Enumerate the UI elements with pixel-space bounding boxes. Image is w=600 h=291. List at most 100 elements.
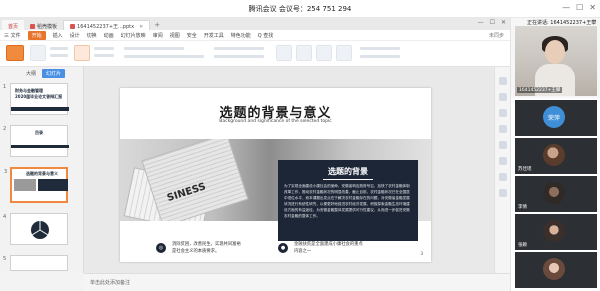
play-slideshow-icon[interactable]	[6, 45, 24, 61]
ribbon-control[interactable]	[50, 54, 68, 57]
menu-review[interactable]: 审阅	[153, 32, 163, 39]
menu-animation[interactable]: 动画	[104, 32, 114, 39]
menu-design[interactable]: 设计	[70, 32, 80, 39]
thumbnail-bar	[11, 145, 69, 148]
bulb-icon: ●	[278, 243, 288, 253]
picture-icon[interactable]	[336, 45, 352, 61]
notes-placeholder[interactable]: 单击此处添加备注	[90, 279, 130, 286]
point-left-text[interactable]: 消除贫困，改善民生，实现共同富裕是社会主义的本质要求。	[172, 241, 242, 255]
participant-tile[interactable]: 李倩	[515, 176, 597, 212]
menu-file[interactable]: 三 文件	[4, 32, 21, 39]
menu-search[interactable]: Q 查找	[258, 32, 274, 39]
slide-number: 4	[3, 214, 7, 220]
docer-icon	[30, 23, 36, 29]
sync-status[interactable]: 未同步	[489, 32, 504, 39]
thumbnail-footer-bar	[11, 107, 69, 111]
slide-thumbnail-4[interactable]: 4	[3, 213, 68, 245]
backup-icon[interactable]	[499, 157, 507, 165]
notes-bar[interactable]: 单击此处添加备注	[84, 273, 510, 291]
share-icon[interactable]	[499, 173, 507, 181]
close-icon[interactable]: ✕	[501, 19, 506, 26]
tab-pptx-document[interactable]: 1641452237+王...pptx ✕	[63, 20, 151, 30]
speaker-video	[515, 26, 597, 96]
minimize-icon[interactable]: —	[562, 3, 570, 12]
maximize-icon[interactable]: ☐	[490, 19, 495, 26]
wps-window: 首页 稻壳模板 1641452237+王...pptx ✕ + — ☐ ✕ 三 文…	[0, 18, 510, 291]
menu-slideshow[interactable]: 幻灯片放映	[121, 32, 146, 39]
meeting-title: 腾讯会议 会议号：254 751 294	[248, 4, 352, 13]
target-icon: ◎	[156, 243, 166, 253]
arrange-icon[interactable]	[316, 45, 332, 61]
slide-subtitle[interactable]: Background and significance of the selec…	[120, 119, 431, 124]
avatar	[543, 220, 565, 242]
thumbnail-pie-graphic	[31, 221, 49, 239]
avatar	[543, 182, 565, 204]
font-selector[interactable]	[124, 47, 184, 50]
thumbnail-box	[38, 179, 68, 191]
slide-thumbnail-1[interactable]: 1 财务与金融管理 2020届毕业论文答辩汇报	[3, 83, 69, 115]
speaking-label: 正在讲话: 1641452237+王攀	[527, 20, 597, 26]
slide-thumbnail-5[interactable]: 5	[3, 255, 68, 271]
menu-security[interactable]: 安全	[187, 32, 197, 39]
tab-home[interactable]: 首页	[2, 20, 25, 30]
shape-icon[interactable]	[296, 45, 312, 61]
thumbnail-title: 目录	[35, 130, 43, 135]
menu-start[interactable]: 开始	[27, 30, 46, 40]
close-tab-icon[interactable]: ✕	[139, 24, 143, 30]
app-window-controls: — ☐ ✕	[478, 19, 506, 26]
select-icon[interactable]	[499, 141, 507, 149]
current-slide[interactable]: 选题的背景与意义 Background and significance of …	[120, 88, 431, 262]
ribbon-control[interactable]	[94, 54, 114, 57]
newspaper-headline: SINESS	[165, 181, 208, 205]
participant-tile[interactable]: 张颖	[515, 214, 597, 250]
paragraph-controls[interactable]	[214, 55, 264, 58]
participant-tile[interactable]	[515, 252, 597, 288]
background-textbox[interactable]: 选题的背景 为了实现全面建设小康社会的使命，安徽省响应政府号召，加快了农村金融体…	[278, 160, 418, 241]
property-icon[interactable]	[499, 77, 507, 85]
new-slide-icon[interactable]	[74, 45, 90, 61]
paste-icon[interactable]	[30, 45, 46, 61]
slide-number: 1	[3, 84, 7, 90]
participants-panel: 正在讲话: 1641452237+王攀 1641452237+王攀 荣萍 苏佳瑶…	[510, 18, 600, 291]
thumbnail-title: 选题的背景与意义	[26, 171, 58, 176]
active-speaker-tile[interactable]: 正在讲话: 1641452237+王攀 1641452237+王攀	[511, 18, 600, 98]
participant-tile[interactable]: 荣萍	[515, 100, 597, 136]
tab-slides[interactable]: 幻灯片	[42, 68, 66, 78]
new-tab-button[interactable]: +	[150, 20, 164, 30]
avatar: 荣萍	[543, 106, 565, 128]
slide-editing-area[interactable]: 选题的背景与意义 Background and significance of …	[84, 67, 494, 273]
tab-docer[interactable]: 稻壳模板	[24, 20, 63, 30]
ribbon-control[interactable]	[50, 47, 68, 50]
menu-features[interactable]: 特色功能	[231, 32, 251, 39]
ribbon-control[interactable]	[360, 55, 400, 58]
slide-thumbnail-3[interactable]: 3 选题的背景与意义	[4, 167, 68, 203]
menu-view[interactable]: 视图	[170, 32, 180, 39]
point-right-text[interactable]: 金融扶贫是全面建成小康社会的重点内容之一	[294, 241, 364, 255]
participant-tile[interactable]: 苏佳瑶	[515, 138, 597, 174]
slide-number: 2	[3, 126, 7, 132]
maximize-icon[interactable]: ☐	[576, 3, 583, 12]
help-icon[interactable]	[499, 189, 507, 197]
slide-number: 3	[4, 169, 8, 175]
textbox-icon[interactable]	[276, 45, 292, 61]
ribbon-control[interactable]	[94, 47, 114, 50]
format-icon[interactable]	[499, 125, 507, 133]
font-format-controls[interactable]	[124, 55, 204, 58]
slide-page-number: 3	[420, 251, 423, 256]
minimize-icon[interactable]: —	[478, 19, 484, 26]
menu-insert[interactable]: 插入	[53, 32, 63, 39]
menu-transition[interactable]: 切换	[87, 32, 97, 39]
style-icon[interactable]	[499, 93, 507, 101]
paragraph-controls[interactable]	[214, 47, 264, 50]
animation-icon[interactable]	[499, 109, 507, 117]
slide-thumbnail-2[interactable]: 2 目录	[3, 125, 69, 157]
menu-developer[interactable]: 开发工具	[204, 32, 224, 39]
close-icon[interactable]: ✕	[589, 3, 596, 12]
speaker-name: 1641452237+王攀	[517, 87, 563, 93]
participant-name: 苏佳瑶	[518, 167, 532, 172]
avatar	[543, 258, 565, 280]
participant-name: 张颖	[518, 243, 527, 248]
speaker-face	[545, 40, 565, 64]
ribbon-control[interactable]	[360, 47, 400, 50]
tab-outline[interactable]: 大纲	[26, 70, 36, 77]
